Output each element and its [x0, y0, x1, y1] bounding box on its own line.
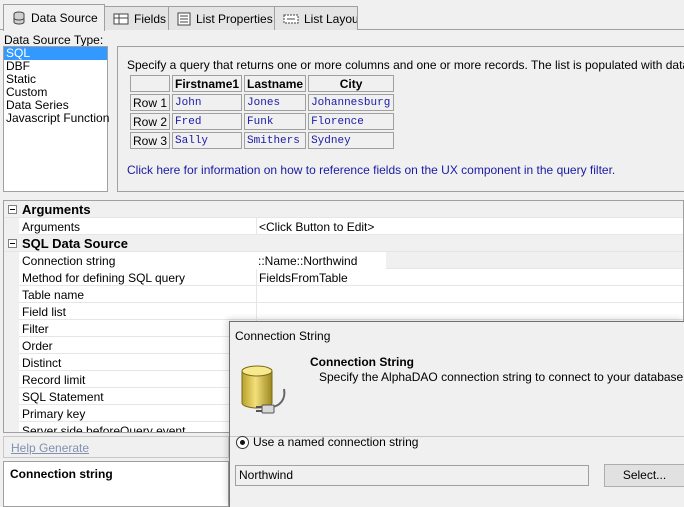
tab-fields[interactable]: Fields: [104, 6, 169, 30]
table-cell: Smithers: [244, 132, 307, 149]
row-gutter: [4, 269, 19, 286]
data-source-type-list[interactable]: SQL DBF Static Custom Data Series Javasc…: [3, 46, 109, 192]
table-cell: Sydney: [308, 132, 395, 149]
query-filter-help-link[interactable]: Click here for information on how to ref…: [127, 163, 615, 177]
property-value-text: ::Name::Northwind: [258, 254, 358, 268]
property-name: Record limit: [22, 373, 86, 387]
column-header: Lastname: [244, 75, 307, 92]
table-cell: Florence: [308, 113, 395, 130]
property-row-arguments[interactable]: Arguments <Click Button to Edit>: [4, 218, 683, 235]
table-cell: Jones: [244, 94, 307, 111]
row-header: Row 3: [130, 132, 171, 149]
row-gutter: [4, 320, 19, 337]
property-value[interactable]: ::Name::Northwind: [256, 252, 683, 269]
named-connection-radio[interactable]: [236, 435, 249, 449]
help-generate-bar: Help Generate: [3, 436, 229, 458]
tab-label: Data Source: [31, 11, 98, 25]
dialog-header-subtitle: Specify the AlphaDAO connection string t…: [319, 370, 684, 384]
row-gutter: [4, 252, 19, 269]
dialog-header-title: Connection String: [310, 355, 414, 369]
collapse-icon[interactable]: [8, 239, 17, 248]
info-description: Specify a query that returns one or more…: [127, 58, 684, 72]
database-connection-icon: [241, 365, 286, 414]
row-header: Row 2: [130, 113, 171, 130]
tab-list-properties[interactable]: List Properties: [168, 6, 275, 30]
table-row: Row 2 Fred Funk Florence: [130, 113, 395, 130]
row-gutter: [4, 303, 19, 320]
tab-label: List Properties: [196, 11, 273, 26]
table-cell: Johannesburg: [308, 94, 395, 111]
table-row: Row 3 Sally Smithers Sydney: [130, 132, 395, 149]
tab-bar: Data Source Fields List Properties List …: [0, 0, 684, 31]
property-name: Method for defining SQL query: [22, 271, 185, 285]
named-connection-radio-label: Use a named connection string: [253, 435, 419, 449]
category-label: SQL Data Source: [22, 236, 128, 251]
connection-name-field[interactable]: Northwind: [235, 465, 589, 486]
property-name: SQL Statement: [22, 390, 104, 404]
property-name: Table name: [22, 288, 85, 302]
row-gutter: [4, 422, 19, 432]
table-cell: Fred: [172, 113, 243, 130]
category-sql-data-source[interactable]: SQL Data Source: [4, 235, 683, 252]
info-panel: Specify a query that returns one or more…: [117, 46, 684, 192]
property-description-title: Connection string: [10, 467, 113, 481]
table-cell: John: [172, 94, 243, 111]
dialog-header: Connection String Specify the AlphaDAO c…: [230, 348, 684, 437]
sample-table: Firstname1 Lastname City Row 1 John Jone…: [128, 73, 397, 151]
row-gutter: [4, 354, 19, 371]
property-value[interactable]: FieldsFromTable: [256, 269, 683, 286]
property-value[interactable]: [256, 286, 683, 303]
row-gutter: [4, 337, 19, 354]
property-name: Filter: [22, 322, 49, 336]
database-icon: [13, 11, 25, 25]
row-header: Row 1: [130, 94, 171, 111]
column-header: Firstname1: [172, 75, 243, 92]
row-gutter: [4, 405, 19, 422]
property-name: Field list: [22, 305, 67, 319]
property-value-text: FieldsFromTable: [259, 271, 348, 285]
dialog-title: Connection String: [235, 329, 331, 343]
category-label: Arguments: [22, 202, 91, 217]
row-gutter: [4, 218, 19, 235]
named-connection-radio-row[interactable]: Use a named connection string: [236, 435, 418, 449]
ds-type-javascript-function[interactable]: Javascript Function: [4, 112, 109, 125]
property-value-text: <Click Button to Edit>: [259, 220, 375, 234]
table-cell: Sally: [172, 132, 243, 149]
column-header: City: [308, 75, 395, 92]
layout-icon: [283, 14, 299, 23]
property-name: Primary key: [22, 407, 86, 421]
property-value[interactable]: <Click Button to Edit>: [256, 218, 683, 235]
data-source-type-label: Data Source Type:: [4, 33, 104, 47]
column-header: [130, 75, 171, 92]
tab-label: List Layout: [304, 11, 358, 26]
property-value[interactable]: [256, 303, 683, 320]
property-name: Order: [22, 339, 53, 353]
property-name: Server side beforeQuery event: [22, 424, 186, 433]
property-row-field-list[interactable]: Field list: [4, 303, 683, 320]
table-cell: Funk: [244, 113, 307, 130]
help-generate-link[interactable]: Help Generate: [11, 441, 89, 455]
property-row-table-name[interactable]: Table name: [4, 286, 683, 303]
row-gutter: [4, 388, 19, 405]
property-row-method[interactable]: Method for defining SQL query FieldsFrom…: [4, 269, 683, 286]
property-name: Connection string: [22, 254, 116, 268]
table-header-row: Firstname1 Lastname City: [130, 75, 395, 92]
row-gutter: [4, 371, 19, 388]
property-row-connection-string[interactable]: Connection string ::Name::Northwind: [4, 252, 683, 269]
tab-list-layout[interactable]: List Layout: [274, 6, 358, 30]
tab-data-source[interactable]: Data Source: [3, 4, 105, 31]
property-description-panel: Connection string: [3, 461, 229, 507]
property-name: Distinct: [22, 356, 62, 370]
table-row: Row 1 John Jones Johannesburg: [130, 94, 395, 111]
connection-string-dialog: Connection String Connection String Spec…: [229, 321, 684, 507]
property-name: Arguments: [22, 220, 81, 234]
row-gutter: [4, 286, 19, 303]
collapse-icon[interactable]: [8, 205, 17, 214]
select-button[interactable]: Select...: [604, 464, 684, 487]
properties-icon: [177, 12, 191, 25]
category-arguments[interactable]: Arguments: [4, 201, 683, 218]
fields-icon: [113, 13, 129, 24]
tab-label: Fields: [134, 11, 167, 26]
